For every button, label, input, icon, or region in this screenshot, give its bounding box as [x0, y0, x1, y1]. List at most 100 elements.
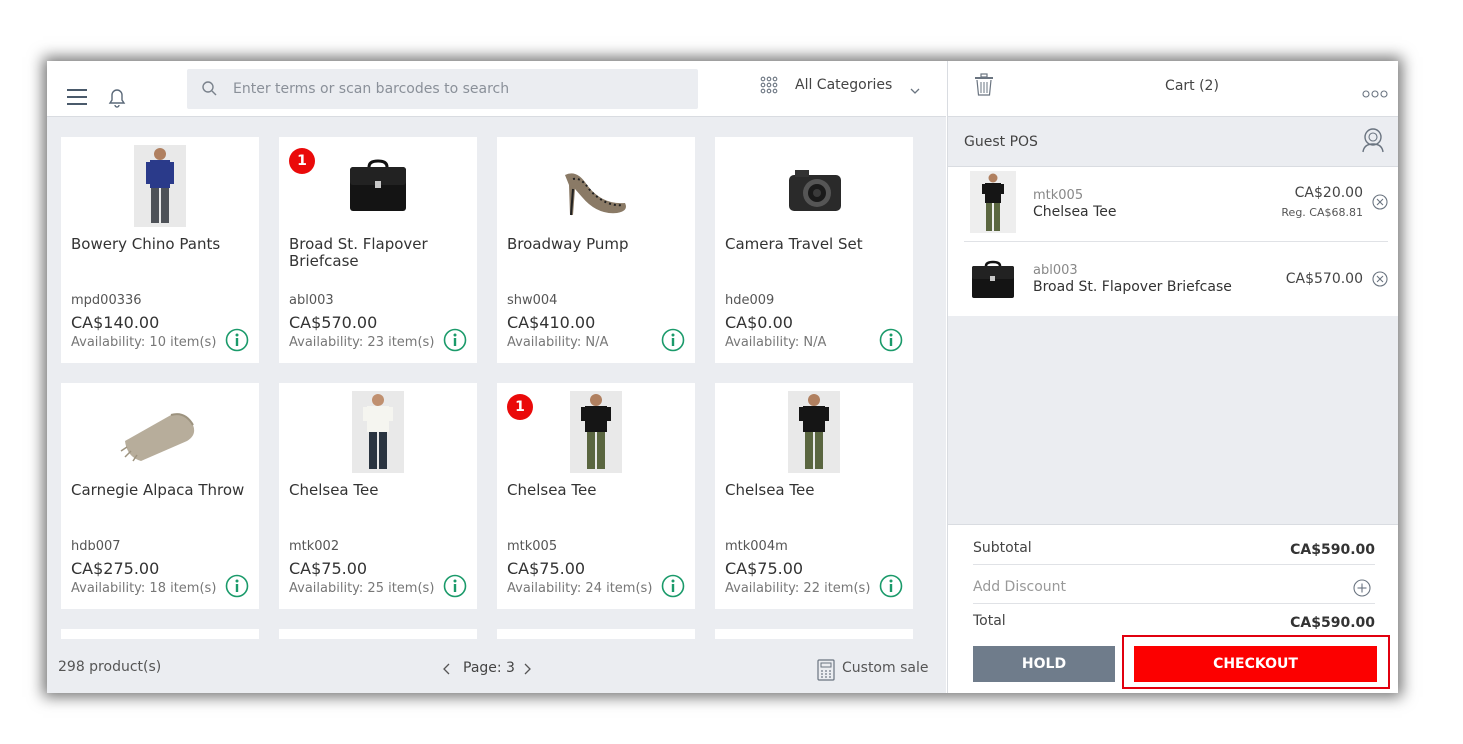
product-image	[765, 145, 863, 227]
total-label: Total	[973, 613, 1006, 629]
cart-title: Cart (2)	[1165, 78, 1219, 94]
product-image	[547, 145, 645, 227]
product-price: CA$75.00	[507, 559, 586, 578]
cart-item-sku: mtk005	[1033, 188, 1084, 203]
discount-row[interactable]: Add Discount	[973, 566, 1375, 604]
product-sku: shw004	[507, 293, 558, 308]
more-options-icon[interactable]	[1362, 83, 1388, 98]
product-name: Broad St. Flapover Briefcase	[289, 235, 428, 270]
product-image	[547, 391, 645, 473]
subtotal-label: Subtotal	[973, 540, 1032, 556]
product-price: CA$275.00	[71, 559, 160, 578]
customer-name: Guest POS	[964, 134, 1038, 150]
chevron-left-icon[interactable]	[442, 663, 452, 675]
category-dropdown[interactable]: All Categories	[760, 75, 930, 101]
search-placeholder: Enter terms or scan barcodes to search	[233, 81, 510, 97]
page-indicator: Page: 3	[463, 660, 515, 676]
product-name: Carnegie Alpaca Throw	[71, 481, 245, 499]
remove-item-icon[interactable]	[1372, 194, 1388, 210]
product-image	[329, 145, 427, 227]
product-price: CA$570.00	[289, 313, 378, 332]
add-discount-label: Add Discount	[973, 579, 1067, 595]
product-image	[111, 391, 209, 473]
product-sku: mtk005	[507, 539, 558, 554]
search-icon	[201, 80, 219, 98]
cart-totals: Subtotal CA$590.00 Add Discount Total CA…	[948, 524, 1398, 693]
product-sku: mtk004m	[725, 539, 788, 554]
product-price: CA$0.00	[725, 313, 793, 332]
info-icon[interactable]	[443, 574, 467, 598]
pos-window: Enter terms or scan barcodes to search A…	[47, 61, 1398, 693]
product-sku: mtk002	[289, 539, 340, 554]
product-sku: hdb007	[71, 539, 121, 554]
info-icon[interactable]	[225, 574, 249, 598]
product-availability: Availability: 24 item(s)	[507, 581, 653, 596]
product-card-partial[interactable]	[715, 629, 913, 639]
product-card-partial[interactable]	[497, 629, 695, 639]
customer-icon[interactable]	[1360, 127, 1386, 153]
product-card[interactable]: Carnegie Alpaca Throw hdb007 CA$275.00 A…	[61, 383, 259, 609]
product-availability: Availability: 25 item(s)	[289, 581, 435, 596]
cart-line-item[interactable]: mtk005 Chelsea Tee CA$20.00 Reg. CA$68.8…	[964, 167, 1388, 241]
cart-items: mtk005 Chelsea Tee CA$20.00 Reg. CA$68.8…	[948, 167, 1398, 316]
info-icon[interactable]	[443, 328, 467, 352]
product-card[interactable]: Bowery Chino Pants mpd00336 CA$140.00 Av…	[61, 137, 259, 363]
product-name: Chelsea Tee	[507, 481, 597, 499]
product-availability: Availability: 18 item(s)	[71, 581, 217, 596]
product-availability: Availability: N/A	[507, 335, 609, 350]
info-icon[interactable]	[879, 574, 903, 598]
menu-icon[interactable]	[67, 89, 87, 105]
catalog-toolbar: Enter terms or scan barcodes to search A…	[47, 61, 946, 117]
remove-item-icon[interactable]	[1372, 271, 1388, 287]
chevron-down-icon	[910, 80, 920, 94]
bell-icon[interactable]	[106, 86, 128, 108]
customer-row[interactable]: Guest POS	[948, 119, 1398, 167]
quantity-badge: 1	[289, 148, 315, 174]
grid-icon	[760, 76, 778, 94]
product-card[interactable]: 1 Chelsea Tee mtk005 CA$75.00 Availabili…	[497, 383, 695, 609]
quantity-badge: 1	[507, 394, 533, 420]
info-icon[interactable]	[661, 574, 685, 598]
product-card-partial[interactable]	[61, 629, 259, 639]
product-card[interactable]: Camera Travel Set hde009 CA$0.00 Availab…	[715, 137, 913, 363]
cart-item-name: Chelsea Tee	[1033, 204, 1117, 220]
search-input[interactable]: Enter terms or scan barcodes to search	[187, 69, 698, 109]
product-sku: hde009	[725, 293, 775, 308]
cart-item-regular-price: Reg. CA$68.81	[1281, 206, 1363, 219]
product-count: 298 product(s)	[58, 659, 162, 675]
product-availability: Availability: 23 item(s)	[289, 335, 435, 350]
product-price: CA$140.00	[71, 313, 160, 332]
info-icon[interactable]	[661, 328, 685, 352]
product-card[interactable]: 1 Broad St. Flapover Briefcase abl003 CA…	[279, 137, 477, 363]
info-icon[interactable]	[225, 328, 249, 352]
product-availability: Availability: N/A	[725, 335, 827, 350]
cart-header: Cart (2)	[948, 61, 1398, 117]
product-image	[329, 391, 427, 473]
cart-item-sku: abl003	[1033, 263, 1078, 278]
cart-item-price: CA$570.00	[1285, 271, 1363, 287]
product-image	[111, 145, 209, 227]
product-sku: mpd00336	[71, 293, 142, 308]
plus-circle-icon[interactable]	[1353, 579, 1371, 597]
product-card[interactable]: Chelsea Tee mtk002 CA$75.00 Availability…	[279, 383, 477, 609]
product-price: CA$75.00	[289, 559, 368, 578]
product-name: Chelsea Tee	[289, 481, 379, 499]
checkout-button[interactable]: CHECKOUT	[1134, 646, 1377, 682]
product-price: CA$410.00	[507, 313, 596, 332]
product-card-partial[interactable]	[279, 629, 477, 639]
subtotal-row: Subtotal CA$590.00	[973, 527, 1375, 565]
hold-button[interactable]: HOLD	[973, 646, 1115, 682]
cart-item-name: Broad St. Flapover Briefcase	[1033, 279, 1232, 295]
cart-pane: Cart (2) Guest POS mtk005 Chelsea Tee CA…	[947, 61, 1398, 693]
catalog-footer: 298 product(s) Page: 3 Custom sale	[47, 649, 946, 693]
product-name: Camera Travel Set	[725, 235, 863, 253]
subtotal-value: CA$590.00	[1290, 542, 1375, 558]
cart-line-item[interactable]: abl003 Broad St. Flapover Briefcase CA$5…	[964, 242, 1388, 316]
chevron-right-icon[interactable]	[522, 663, 532, 675]
catalog-pane: Enter terms or scan barcodes to search A…	[47, 61, 946, 693]
product-sku: abl003	[289, 293, 334, 308]
calculator-icon	[817, 659, 835, 681]
info-icon[interactable]	[879, 328, 903, 352]
product-card[interactable]: Chelsea Tee mtk004m CA$75.00 Availabilit…	[715, 383, 913, 609]
product-card[interactable]: Broadway Pump shw004 CA$410.00 Availabil…	[497, 137, 695, 363]
